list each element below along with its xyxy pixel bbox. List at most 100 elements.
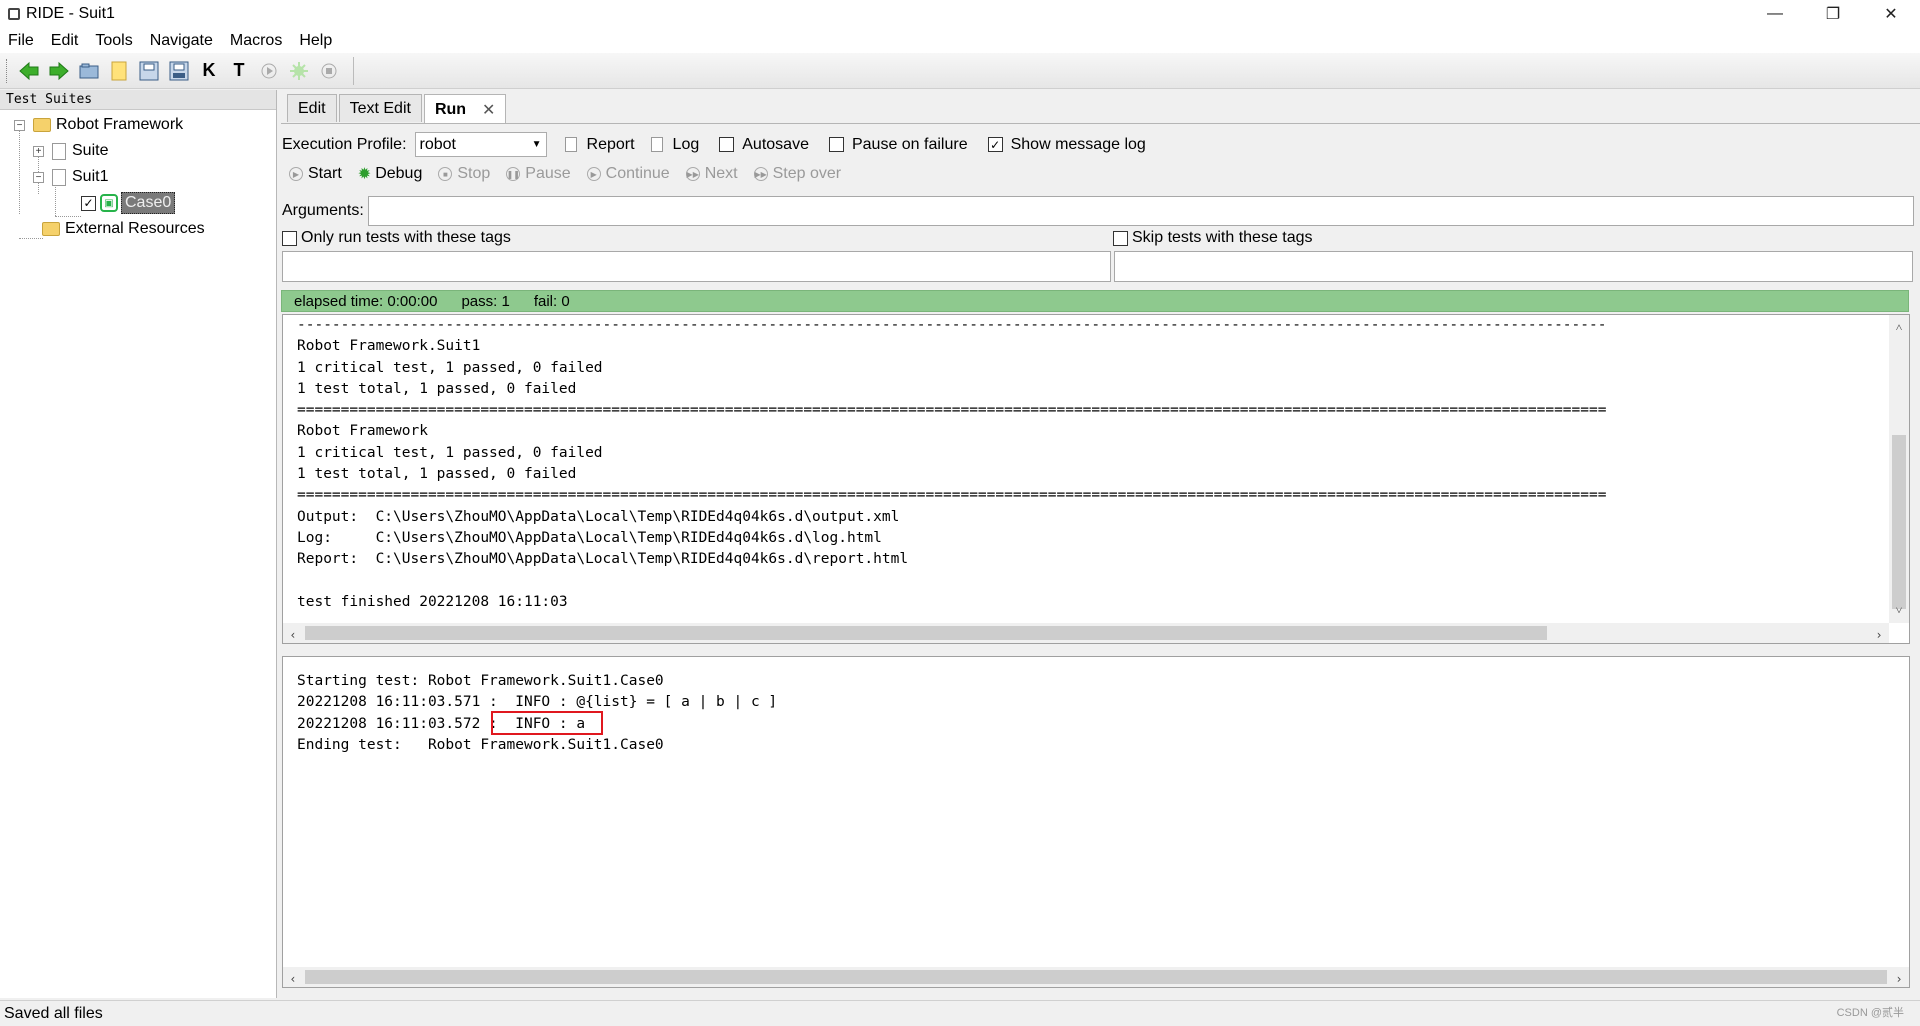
skip-tags-checkbox[interactable] <box>1113 230 1128 246</box>
save-all-icon[interactable] <box>167 59 191 83</box>
status-text: Saved all files <box>4 1004 103 1022</box>
exclude-tags-input[interactable] <box>1114 251 1913 282</box>
expand-icon[interactable]: + <box>33 145 44 157</box>
output-horizontal-scrollbar[interactable]: ‹ › <box>283 623 1889 643</box>
watermark: CSDN @贰半 <box>1836 1007 1904 1019</box>
search-tests-icon[interactable]: T <box>227 59 251 83</box>
folder-icon <box>42 222 60 236</box>
window-title: RIDE - Suit1 <box>26 5 115 22</box>
close-tab-icon[interactable]: ✕ <box>482 100 495 120</box>
file-icon <box>52 142 66 160</box>
menu-macros[interactable]: Macros <box>230 32 282 50</box>
pause-label: Pause <box>525 165 571 182</box>
tree-node-suit1[interactable]: − Suit1 <box>33 165 108 189</box>
collapse-icon[interactable]: − <box>14 119 25 131</box>
tree-node-suite[interactable]: + Suite <box>33 139 108 163</box>
tree-node-label: Suit1 <box>72 168 109 185</box>
scroll-thumb[interactable] <box>305 626 1547 640</box>
open-dir-icon[interactable] <box>77 59 101 83</box>
scroll-left-icon[interactable]: ‹ <box>285 969 301 987</box>
stop-button[interactable]: ■ Stop <box>438 165 490 183</box>
case-checkbox[interactable]: ✓ <box>81 195 96 211</box>
close-button[interactable]: ✕ <box>1862 0 1920 28</box>
start-button[interactable]: ▶ Start <box>289 165 342 183</box>
tree-node-external-resources[interactable]: External Resources <box>42 217 205 241</box>
tab-text-edit[interactable]: Text Edit <box>338 94 422 122</box>
forward-icon[interactable] <box>47 59 71 83</box>
pause-on-failure-checkbox[interactable] <box>828 137 844 152</box>
tree-node-robot-framework[interactable]: − Robot Framework <box>14 113 183 137</box>
back-icon[interactable] <box>17 59 41 83</box>
execution-profile-select[interactable]: robot ▼ <box>414 132 547 157</box>
open-file-icon[interactable] <box>107 59 131 83</box>
include-tags-input[interactable] <box>282 251 1111 282</box>
status-bar: Saved all files <box>0 1000 1920 1026</box>
collapse-icon[interactable]: − <box>33 171 44 183</box>
search-keywords-icon[interactable]: K <box>197 59 221 83</box>
tab-run[interactable]: Run ✕ <box>423 94 507 124</box>
menu-tools[interactable]: Tools <box>95 32 132 50</box>
elapsed-time: elapsed time: 0:00:00 <box>294 292 438 310</box>
autosave-label: Autosave <box>742 135 809 153</box>
pause-button[interactable]: ❚❚ Pause <box>506 165 571 183</box>
only-run-tags-label: Only run tests with these tags <box>301 229 511 246</box>
robot-test-icon: ▣ <box>100 194 118 212</box>
tree-node-case0[interactable]: ✓ ▣ Case0 <box>81 191 176 215</box>
info-highlight-box <box>491 711 603 735</box>
output-vertical-scrollbar[interactable]: ˄ ˅ <box>1889 315 1909 623</box>
scroll-right-icon[interactable]: › <box>1871 625 1887 643</box>
save-icon[interactable] <box>137 59 161 83</box>
tab-label: Run <box>434 100 467 118</box>
continue-label: Continue <box>605 165 670 182</box>
scroll-up-icon[interactable]: ˄ <box>1891 317 1907 338</box>
menu-edit[interactable]: Edit <box>51 32 79 50</box>
report-doc-icon <box>564 137 577 152</box>
show-message-log-checkbox[interactable]: ✓ <box>987 137 1003 152</box>
autosave-checkbox[interactable] <box>719 137 735 152</box>
test-suites-panel: Test Suites − Robot Framework + Suite − <box>0 90 277 998</box>
debug-button[interactable]: ✹ Debug <box>358 164 423 184</box>
message-horizontal-scrollbar[interactable]: ‹ › <box>283 967 1909 987</box>
pass-count: pass: 1 <box>461 292 510 310</box>
ride-window: RIDE - Suit1 — ❐ ✕ File Edit Tools Navig… <box>0 0 1920 1026</box>
run-icon[interactable] <box>257 59 281 83</box>
debug-icon[interactable] <box>287 59 311 83</box>
menu-help[interactable]: Help <box>299 32 332 50</box>
only-run-tags-checkbox[interactable] <box>282 230 297 246</box>
next-button[interactable]: ▶▶ Next <box>685 165 738 183</box>
play-icon: ▶ <box>289 167 303 181</box>
scroll-thumb[interactable] <box>1892 435 1906 609</box>
menu-file[interactable]: File <box>8 32 34 50</box>
menu-navigate[interactable]: Navigate <box>150 32 213 50</box>
start-label: Start <box>308 165 342 182</box>
message-log-console[interactable]: Starting test: Robot Framework.Suit1.Cas… <box>282 656 1910 988</box>
scroll-left-icon[interactable]: ‹ <box>285 625 301 643</box>
toolbar-grip[interactable] <box>6 58 9 83</box>
arguments-input[interactable] <box>367 196 1914 226</box>
next-label: Next <box>704 165 738 182</box>
stop-icon[interactable] <box>317 59 341 83</box>
arguments-row: Arguments: <box>282 196 1914 226</box>
stop-circle-icon: ■ <box>438 167 453 181</box>
scroll-down-icon[interactable]: ˅ <box>1891 600 1907 621</box>
execution-profile-value: robot <box>419 135 456 153</box>
tree-line <box>19 128 20 214</box>
continue-button[interactable]: ▶ Continue <box>586 165 670 183</box>
output-text-area: ----------------------------------------… <box>283 315 1889 621</box>
execution-profile-row: Execution Profile: robot ▼ Report Log Au… <box>282 132 1146 157</box>
run-controls-row: ▶ Start ✹ Debug ■ Stop ❚❚ Pause ▶ Contin… <box>289 164 857 184</box>
output-console[interactable]: ----------------------------------------… <box>282 314 1910 644</box>
step-over-icon: ▶▶ <box>753 167 768 181</box>
step-over-button[interactable]: ▶▶ Step over <box>753 165 841 183</box>
log-button[interactable]: Log <box>673 136 700 154</box>
minimize-button[interactable]: — <box>1746 0 1804 28</box>
editor-panel: Edit Text Edit Run ✕ Execution Profile: … <box>281 90 1920 998</box>
report-button[interactable]: Report <box>587 136 635 154</box>
scroll-right-icon[interactable]: › <box>1891 969 1907 987</box>
tab-edit[interactable]: Edit <box>287 94 337 122</box>
folder-icon <box>33 118 51 132</box>
restore-button[interactable]: ❐ <box>1804 0 1862 28</box>
log-doc-icon <box>650 137 663 152</box>
file-icon <box>52 168 66 186</box>
scroll-thumb[interactable] <box>305 970 1887 984</box>
